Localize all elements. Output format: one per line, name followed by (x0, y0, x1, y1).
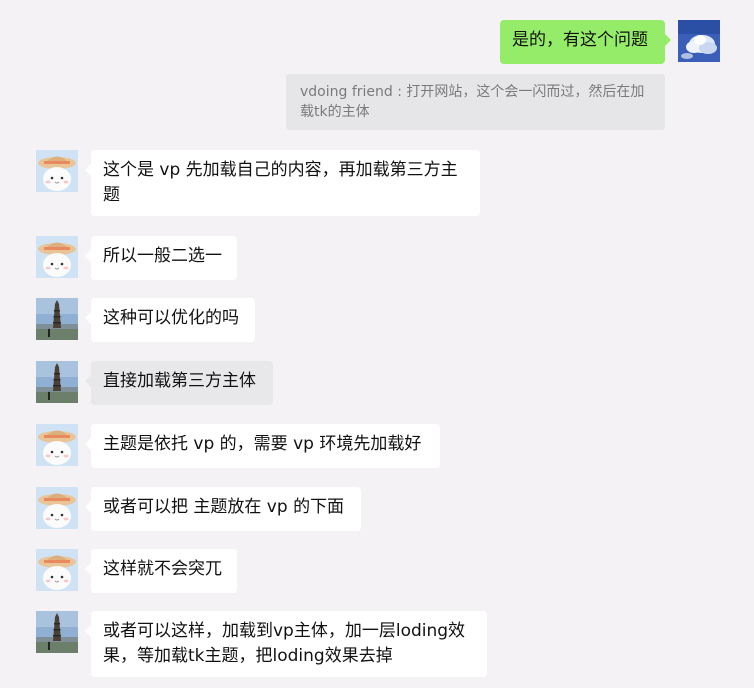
message-bubble-selected[interactable]: 直接加载第三方主体 (85, 361, 273, 405)
sky-avatar-image (678, 20, 720, 62)
friend-avatar[interactable] (36, 487, 78, 529)
my-avatar[interactable] (678, 20, 720, 62)
other-avatar[interactable] (36, 361, 78, 403)
message-bubble[interactable]: 或者可以这样，加载到vp主体，加一层loding效果，等加载tk主题，把lodi… (85, 611, 487, 677)
friend-avatar[interactable] (36, 424, 78, 466)
message-bubble[interactable]: 这样就不会突兀 (85, 549, 237, 593)
message-bubble[interactable]: 主题是依托 vp 的，需要 vp 环境先加载好 (85, 424, 440, 468)
hat-avatar-image (36, 549, 78, 591)
tower-avatar-image (36, 611, 78, 653)
chat-history: 是的，有这个问题 vdoing friend : 打开网站，这个会一闪而过，然后… (0, 0, 754, 688)
friend-avatar[interactable] (36, 549, 78, 591)
friend-avatar[interactable] (36, 150, 78, 192)
other-avatar[interactable] (36, 611, 78, 653)
hat-avatar-image (36, 236, 78, 278)
hat-avatar-image (36, 424, 78, 466)
tower-avatar-image (36, 298, 78, 340)
message-bubble[interactable]: 这个是 vp 先加载自己的内容，再加载第三方主题 (85, 150, 480, 216)
hat-avatar-image (36, 487, 78, 529)
my-message-bubble[interactable]: 是的，有这个问题 (500, 20, 671, 64)
quoted-message[interactable]: vdoing friend : 打开网站，这个会一闪而过，然后在加载tk的主体 (286, 74, 665, 130)
message-bubble[interactable]: 或者可以把 主题放在 vp 的下面 (85, 487, 361, 531)
message-bubble[interactable]: 所以一般二选一 (85, 236, 237, 280)
message-bubble[interactable]: 这种可以优化的吗 (85, 298, 255, 342)
tower-avatar-image (36, 361, 78, 403)
hat-avatar-image (36, 150, 78, 192)
friend-avatar[interactable] (36, 236, 78, 278)
other-avatar[interactable] (36, 298, 78, 340)
